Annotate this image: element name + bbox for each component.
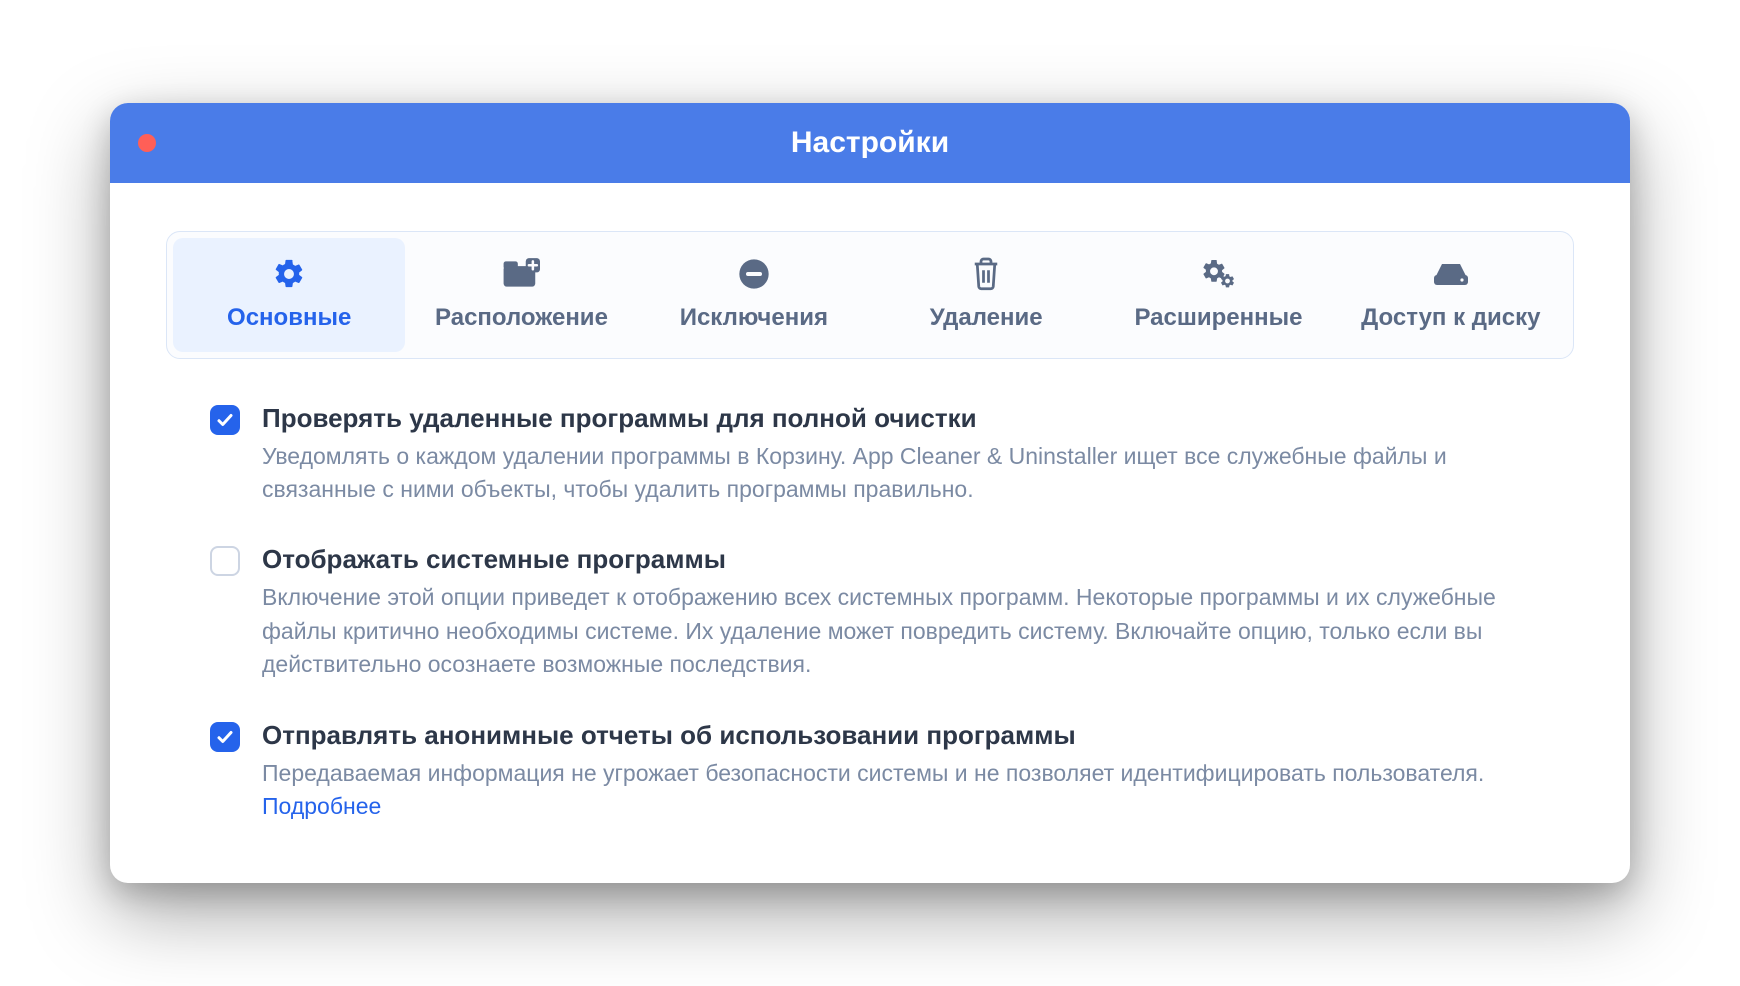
option-check-removed-desc: Уведомлять о каждом удалении программы в… (262, 440, 1530, 507)
tabs-bar: Основные Расположение Исключения Удалени… (166, 231, 1574, 359)
gear-icon (272, 256, 306, 292)
tab-exclusions-label: Исключения (680, 304, 828, 332)
tab-general[interactable]: Основные (173, 238, 405, 352)
option-send-reports-title: Отправлять анонимные отчеты об использов… (262, 720, 1530, 751)
settings-window: Настройки Основные Расположение Исключ (110, 103, 1630, 883)
gears-icon (1198, 256, 1238, 292)
option-send-reports: Отправлять анонимные отчеты об использов… (210, 720, 1530, 824)
tab-disk-access[interactable]: Доступ к диску (1335, 238, 1567, 352)
option-check-removed-text: Проверять удаленные программы для полной… (262, 403, 1530, 507)
minus-circle-icon (738, 256, 770, 292)
tab-exclusions[interactable]: Исключения (638, 238, 870, 352)
tab-location[interactable]: Расположение (405, 238, 637, 352)
trash-icon (971, 256, 1001, 292)
option-check-removed: Проверять удаленные программы для полной… (210, 403, 1530, 507)
option-show-system-text: Отображать системные программы Включение… (262, 544, 1530, 681)
content-area: Основные Расположение Исключения Удалени… (110, 183, 1630, 883)
options-list: Проверять удаленные программы для полной… (166, 403, 1574, 823)
close-button[interactable] (138, 134, 156, 152)
titlebar: Настройки (110, 103, 1630, 183)
tab-general-label: Основные (227, 304, 351, 332)
option-show-system: Отображать системные программы Включение… (210, 544, 1530, 681)
option-show-system-title: Отображать системные программы (262, 544, 1530, 575)
tab-removal[interactable]: Удаление (870, 238, 1102, 352)
tab-location-label: Расположение (435, 304, 608, 332)
checkbox-show-system[interactable] (210, 546, 240, 576)
checkbox-send-reports[interactable] (210, 722, 240, 752)
option-send-reports-desc: Передаваемая информация не угрожает безо… (262, 757, 1530, 824)
option-check-removed-title: Проверять удаленные программы для полной… (262, 403, 1530, 434)
folder-plus-icon (502, 256, 540, 292)
tab-removal-label: Удаление (930, 304, 1043, 332)
option-show-system-desc: Включение этой опции приведет к отображе… (262, 581, 1530, 681)
option-send-reports-desc-text: Передаваемая информация не угрожает безо… (262, 760, 1484, 786)
option-send-reports-text: Отправлять анонимные отчеты об использов… (262, 720, 1530, 824)
tab-advanced-label: Расширенные (1134, 304, 1302, 332)
tab-disk-access-label: Доступ к диску (1361, 304, 1540, 332)
window-title: Настройки (110, 126, 1630, 160)
learn-more-link[interactable]: Подробнее (262, 793, 381, 819)
checkbox-check-removed[interactable] (210, 405, 240, 435)
tab-advanced[interactable]: Расширенные (1102, 238, 1334, 352)
disk-icon (1432, 256, 1470, 292)
